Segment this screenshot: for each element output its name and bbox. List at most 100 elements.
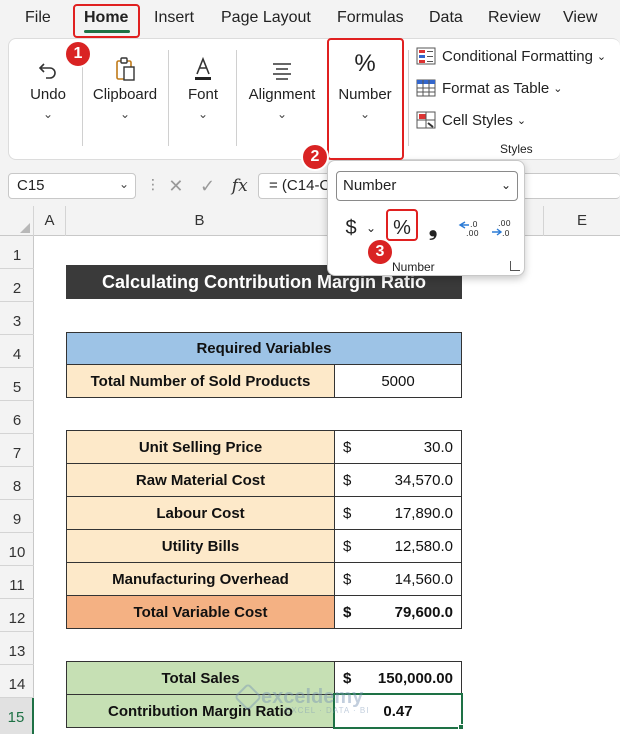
total-sales-value: 150,000.00 [377,669,453,687]
tab-data[interactable]: Data [429,9,463,27]
row-header[interactable]: 8 [0,467,34,500]
cost-value-cell[interactable]: $34,570.0 [334,463,462,497]
row-header[interactable]: 5 [0,368,34,401]
clipboard-label: Clipboard [92,86,158,103]
watermark-tagline: EXCEL · DATA · BI [285,706,370,715]
alignment-label: Alignment [248,86,316,103]
row-header[interactable]: 4 [0,335,34,368]
cost-value: 34,570.0 [394,471,453,489]
cell-styles-button[interactable]: Cell Styles ⌄ [416,111,526,129]
accounting-format-button[interactable]: $ [340,213,362,243]
sold-products-label[interactable]: Total Number of Sold Products [66,364,335,398]
column-header-a[interactable]: A [34,206,66,236]
cost-value-cell[interactable]: $14,560.0 [334,562,462,596]
svg-text:.0: .0 [502,229,510,238]
name-box[interactable]: C15 ⌄ [8,173,136,199]
cost-label-utility-bills[interactable]: Utility Bills [66,529,335,563]
select-all-icon [20,223,30,233]
cost-value: 17,890.0 [394,504,453,522]
total-variable-cost-value: 79,600.0 [394,603,453,621]
number-format-select[interactable]: Number ⌄ [336,171,518,201]
number-format-value: Number [343,177,397,194]
cost-label-labour[interactable]: Labour Cost [66,496,335,530]
insert-function-icon[interactable]: fx [232,176,248,196]
ribbon-divider [168,50,169,146]
decrease-decimal-icon: .00.0 [492,219,511,238]
enter-icon[interactable]: ✓ [200,176,215,197]
chevron-down-icon: ⌄ [500,178,511,192]
conditional-formatting-button[interactable]: Conditional Formatting ⌄ [416,47,606,65]
total-variable-cost-cell[interactable]: $79,600.0 [334,595,462,629]
row-header[interactable]: 13 [0,632,34,665]
decrease-decimal-button[interactable]: .00.0 [488,213,516,243]
row-header[interactable]: 3 [0,302,34,335]
cost-label-manufacturing-overhead[interactable]: Manufacturing Overhead [66,562,335,596]
alignment-button[interactable]: Alignment ⌄ [244,46,320,121]
currency-symbol: $ [343,537,352,555]
svg-text:.0: .0 [470,220,478,229]
chevron-down-icon: ⌄ [42,107,54,121]
increase-decimal-icon: .0.00 [458,220,479,238]
increase-decimal-button[interactable]: .0.00 [456,213,484,243]
column-header-b[interactable]: B [66,206,334,236]
format-as-table-label: Format as Table [442,79,550,97]
cost-label-unit-selling-price[interactable]: Unit Selling Price [66,430,335,464]
styles-group-label: Styles [500,142,533,156]
tab-formulas[interactable]: Formulas [337,9,404,27]
cell-styles-label: Cell Styles [442,111,513,129]
ribbon-divider [236,50,237,146]
row-header[interactable]: 7 [0,434,34,467]
row-header-active[interactable]: 15 [0,698,34,734]
drag-handle-icon[interactable]: ⋮ [146,176,160,193]
row-header[interactable]: 2 [0,269,34,302]
fill-handle[interactable] [458,724,464,730]
comma-style-button[interactable]: ❟ [424,213,442,243]
row-header[interactable]: 10 [0,533,34,566]
format-as-table-button[interactable]: Format as Table ⌄ [416,79,563,97]
cost-value: 12,580.0 [394,537,453,555]
row-header[interactable]: 11 [0,566,34,599]
chevron-down-icon: ⌄ [119,107,131,121]
cancel-icon[interactable]: ✕ [168,176,183,197]
row-header[interactable]: 9 [0,500,34,533]
font-button[interactable]: Font ⌄ [178,46,228,121]
name-box-value: C15 [17,177,45,194]
tab-insert[interactable]: Insert [154,9,194,27]
required-variables-header[interactable]: Required Variables [66,332,462,365]
clipboard-icon [88,46,162,82]
row-header[interactable]: 12 [0,599,34,632]
chevron-down-icon: ⌄ [516,114,527,127]
tab-file[interactable]: File [25,9,51,27]
cost-value-cell[interactable]: $12,580.0 [334,529,462,563]
tab-review[interactable]: Review [488,9,540,27]
chevron-down-icon: ⌄ [596,50,607,63]
tab-page-layout[interactable]: Page Layout [221,9,311,27]
currency-symbol: $ [343,471,352,489]
currency-symbol: $ [343,504,352,522]
cost-label-raw-material[interactable]: Raw Material Cost [66,463,335,497]
cost-value-cell[interactable]: $17,890.0 [334,496,462,530]
row-header[interactable]: 1 [0,236,34,269]
row-header[interactable]: 14 [0,665,34,698]
total-variable-cost-label[interactable]: Total Variable Cost [66,595,335,629]
formula-bar: C15 ⌄ ⋮ ✕ ✓ fx = (C14-C12)/C14 [0,166,620,206]
highlight-percent-button [386,209,418,241]
clipboard-button[interactable]: Clipboard ⌄ [88,46,162,121]
chevron-down-icon: ⌄ [118,177,129,191]
svg-text:.00: .00 [498,219,511,228]
row-header[interactable]: 6 [0,401,34,434]
step-badge-1: 1 [64,40,92,68]
column-header-e[interactable]: E [544,206,620,236]
currency-symbol: $ [343,603,352,621]
sold-products-value[interactable]: 5000 [334,364,462,398]
tab-view[interactable]: View [563,9,597,27]
font-icon [178,46,228,82]
dialog-launcher-icon[interactable] [510,261,520,271]
row-headers: 1 2 3 4 5 6 7 8 9 10 11 12 13 14 15 [0,236,34,734]
font-label: Font [187,86,218,103]
select-all-button[interactable] [0,206,34,236]
cost-value-cell[interactable]: $30.0 [334,430,462,464]
watermark-logo-icon [235,684,261,710]
currency-symbol: $ [343,438,352,456]
number-group-label: Number [392,260,435,274]
